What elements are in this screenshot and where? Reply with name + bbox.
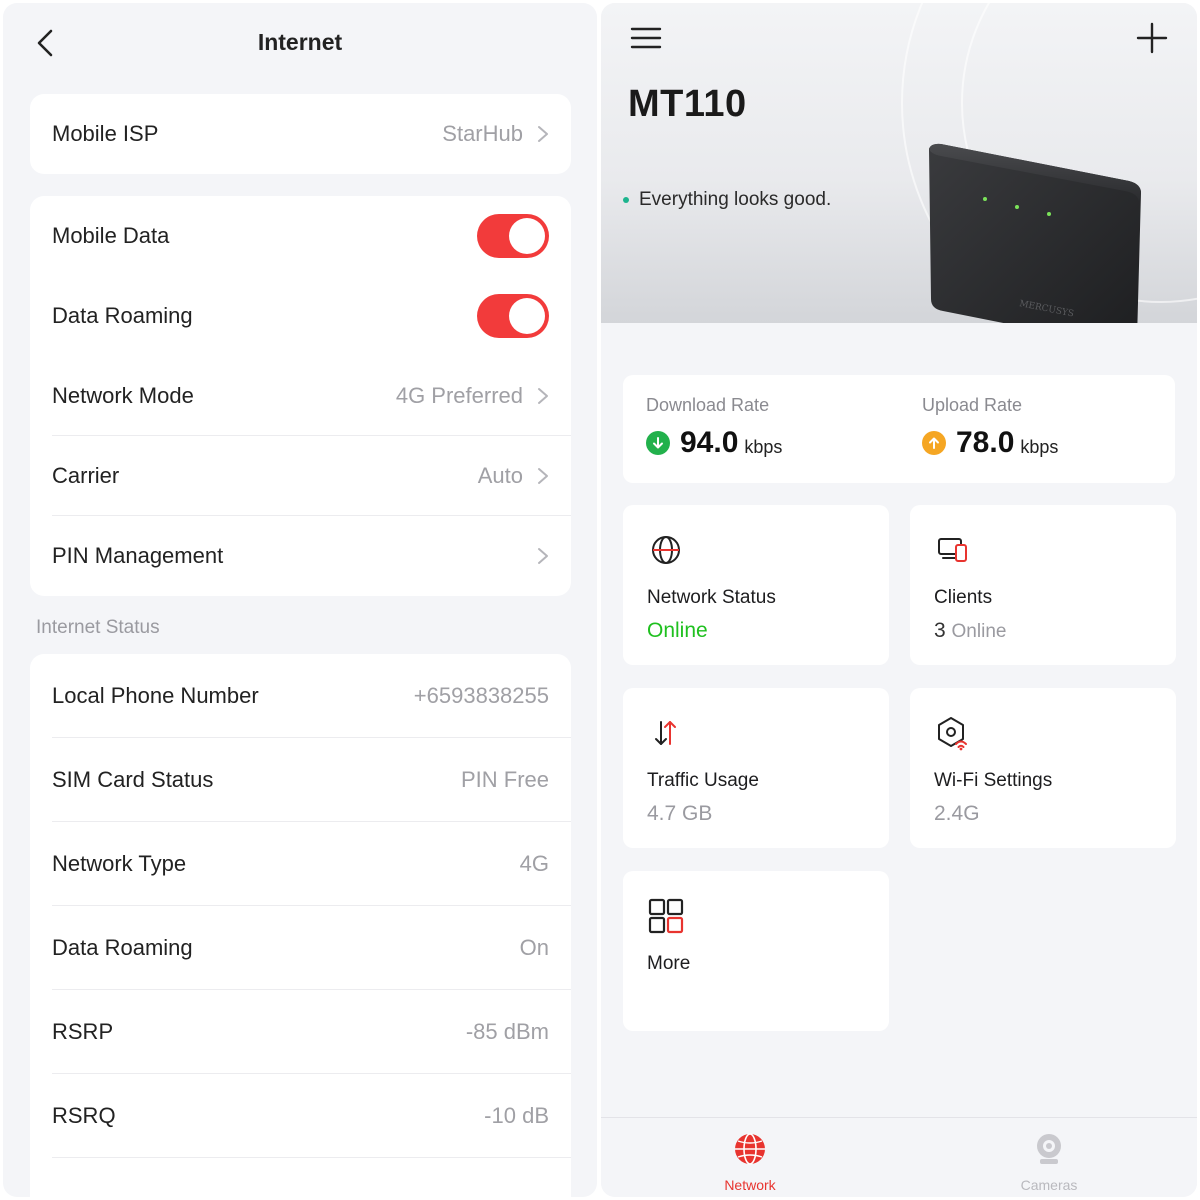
download-arrow-icon xyxy=(646,431,670,455)
health-status-text: Everything looks good. xyxy=(639,189,832,210)
network-status-tile[interactable]: Network Status Online xyxy=(623,505,889,665)
upload-rate-unit: kbps xyxy=(1020,436,1059,457)
camera-icon xyxy=(1037,1134,1061,1164)
status-label: Local Phone Number xyxy=(52,683,259,708)
status-row: Local Phone Number +6593838255 xyxy=(30,654,571,738)
download-rate-unit: kbps xyxy=(744,436,783,457)
wifi-settings-tile[interactable]: Wi-Fi Settings 2.4G xyxy=(910,688,1176,848)
traffic-usage-tile[interactable]: Traffic Usage 4.7 GB xyxy=(623,688,889,848)
upload-rate-label: Upload Rate xyxy=(922,395,1023,415)
clients-count: 3 xyxy=(934,619,946,642)
network-globe-icon xyxy=(735,1133,765,1165)
clients-value: 3 Online xyxy=(934,619,1006,643)
status-row: RSRQ -10 dB xyxy=(30,1074,571,1158)
status-value: 4G xyxy=(519,851,549,876)
traffic-arrows-icon xyxy=(655,721,676,745)
add-icon[interactable] xyxy=(1135,21,1169,55)
chevron-right-icon xyxy=(538,126,548,142)
download-rate: Download Rate 94.0 kbps xyxy=(646,395,782,460)
tab-cameras-label: Cameras xyxy=(1020,1177,1078,1193)
status-label: Data Roaming xyxy=(52,935,193,960)
upload-rate: Upload Rate 78.0 kbps xyxy=(922,395,1058,460)
data-roaming-toggle[interactable] xyxy=(477,294,549,338)
status-value: On xyxy=(519,935,549,960)
mobile-data-row: Mobile Data xyxy=(30,196,571,276)
chevron-right-icon xyxy=(538,388,548,404)
download-rate-label: Download Rate xyxy=(646,395,770,415)
mobile-isp-value: StarHub xyxy=(442,121,523,146)
chevron-right-icon xyxy=(538,468,548,484)
carrier-row[interactable]: Carrier Auto xyxy=(30,436,571,516)
clients-suffix: Online xyxy=(951,621,1007,642)
chevron-right-icon xyxy=(538,548,548,564)
device-hero: MERCUSYS xyxy=(601,3,1197,323)
hamburger-menu-icon[interactable] xyxy=(629,23,663,53)
isp-card: Mobile ISP StarHub xyxy=(30,94,571,174)
status-label: Network Type xyxy=(52,851,187,876)
wifi-settings-icon xyxy=(938,717,967,751)
router-device-image: MERCUSYS xyxy=(929,143,1141,323)
status-row: Network Type 4G xyxy=(30,822,571,906)
status-row: RSRP -85 dBm xyxy=(30,990,571,1074)
network-screen: MERCUSYS MT110 Everything looks good. Do… xyxy=(601,3,1197,1197)
network-status-value: Online xyxy=(647,619,708,642)
network-status-title: Network Status xyxy=(647,587,776,608)
tab-network[interactable]: Network xyxy=(690,1132,810,1193)
data-roaming-row: Data Roaming xyxy=(30,276,571,356)
wifi-settings-value: 2.4G xyxy=(934,802,980,825)
mobile-isp-row[interactable]: Mobile ISP StarHub xyxy=(30,94,571,174)
globe-icon xyxy=(652,536,680,564)
section-header: Internet Status xyxy=(36,617,160,638)
page-title: Internet xyxy=(257,29,343,55)
devices-icon xyxy=(938,538,967,562)
rate-card: Download Rate 94.0 kbps Upload Rate 78.0… xyxy=(623,375,1175,483)
data-roaming-label: Data Roaming xyxy=(52,303,193,328)
pin-management-label: PIN Management xyxy=(52,543,224,568)
status-dot-icon xyxy=(623,197,629,203)
network-mode-value: 4G Preferred xyxy=(395,383,523,408)
tab-network-label: Network xyxy=(724,1177,776,1193)
status-value: -85 dBm xyxy=(465,1019,549,1044)
settings-card: Mobile Data Data Roaming Network Mode 4G… xyxy=(30,196,571,596)
mobile-isp-label: Mobile ISP xyxy=(52,121,159,146)
carrier-value: Auto xyxy=(477,463,523,488)
traffic-usage-value: 4.7 GB xyxy=(647,802,713,825)
device-name: MT110 xyxy=(628,83,747,125)
status-value: -10 dB xyxy=(484,1103,549,1128)
health-status: Everything looks good. xyxy=(623,189,831,211)
status-value: +6593838255 xyxy=(413,683,549,708)
grid-icon xyxy=(648,898,684,934)
internet-status-card: Local Phone Number +6593838255 SIM Card … xyxy=(30,654,571,1197)
more-tile[interactable]: More xyxy=(623,871,889,1031)
upload-rate-value: 78.0 xyxy=(956,426,1015,459)
network-mode-label: Network Mode xyxy=(52,383,194,408)
more-title: More xyxy=(647,953,691,974)
upload-arrow-icon xyxy=(922,431,946,455)
pin-management-row[interactable]: PIN Management xyxy=(30,516,571,596)
status-value: PIN Free xyxy=(460,767,549,792)
mobile-data-toggle[interactable] xyxy=(477,214,549,258)
status-label: RSRP xyxy=(52,1019,114,1044)
status-label: RSRQ xyxy=(52,1103,116,1128)
clients-tile[interactable]: Clients 3 Online xyxy=(910,505,1176,665)
wifi-settings-title: Wi-Fi Settings xyxy=(934,770,1053,791)
traffic-usage-title: Traffic Usage xyxy=(647,770,759,791)
status-row: Data Roaming On xyxy=(30,906,571,990)
internet-screen: Internet Mobile ISP StarHub Mobile Data … xyxy=(3,3,597,1197)
download-rate-value: 94.0 xyxy=(680,426,739,459)
network-mode-row[interactable]: Network Mode 4G Preferred xyxy=(30,356,571,436)
carrier-label: Carrier xyxy=(52,463,120,488)
bottom-tab-bar: Network Cameras xyxy=(601,1117,1197,1197)
status-label: SIM Card Status xyxy=(52,767,214,792)
mobile-data-label: Mobile Data xyxy=(52,223,170,248)
clients-title: Clients xyxy=(934,587,993,608)
status-row: SIM Card Status PIN Free xyxy=(30,738,571,822)
tab-cameras[interactable]: Cameras xyxy=(989,1132,1109,1193)
